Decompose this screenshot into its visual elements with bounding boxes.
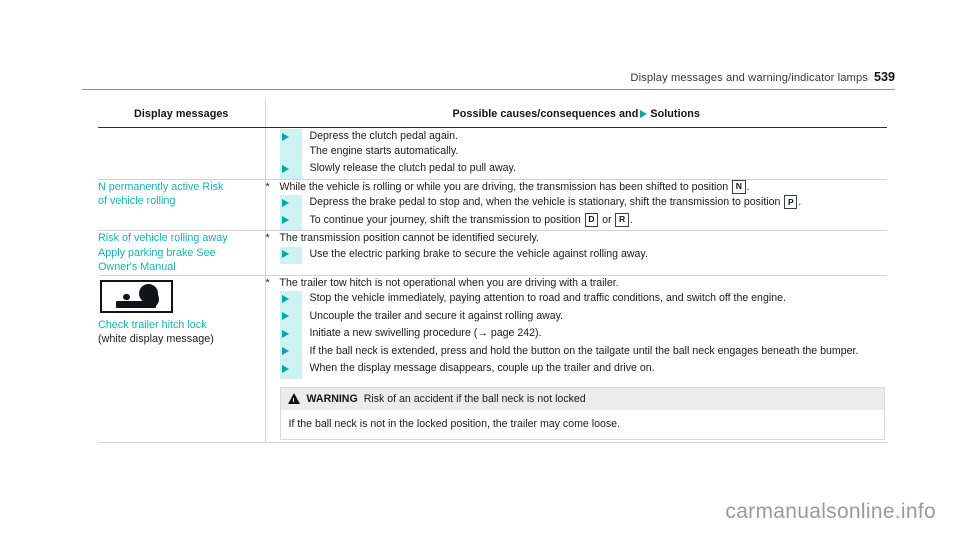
table-row: Risk of vehicle rolling away Apply parki… bbox=[98, 230, 888, 276]
list-item: Stop the vehicle immediately, paying att… bbox=[279, 291, 888, 309]
causes-solutions-cell: * While the vehicle is rolling or while … bbox=[265, 179, 887, 231]
solution-triangle-icon bbox=[279, 129, 302, 161]
causes-solutions-cell: * The transmission position cannot be id… bbox=[265, 230, 888, 276]
warning-admonition: WARNING Risk of an accident if the ball … bbox=[279, 386, 885, 441]
display-message-line: Apply parking brake See bbox=[98, 246, 216, 259]
solution-text: Depress the clutch pedal again. The engi… bbox=[302, 129, 888, 161]
causes-solutions-cell: Depress the clutch pedal again. The engi… bbox=[265, 127, 888, 180]
warning-header: WARNING Risk of an accident if the ball … bbox=[280, 387, 884, 410]
solution-list: Depress the brake pedal to stop and, whe… bbox=[266, 195, 888, 230]
cause-item: * While the vehicle is rolling or while … bbox=[265, 179, 888, 195]
gear-badge-d: D bbox=[584, 212, 599, 227]
list-item: Initiate a new swivelling procedure (→ p… bbox=[279, 326, 888, 344]
solid-triangle-icon bbox=[640, 110, 648, 118]
page-number: 539 bbox=[873, 70, 895, 84]
table-row: Depress the clutch pedal again. The engi… bbox=[98, 127, 888, 180]
list-item: Depress the clutch pedal again. The engi… bbox=[279, 129, 888, 161]
cause-text: While the vehicle is rolling or while yo… bbox=[279, 179, 750, 194]
list-item: When the display message disappears, cou… bbox=[279, 361, 888, 379]
solution-triangle-icon bbox=[279, 361, 302, 379]
list-item: To continue your journey, shift the tran… bbox=[279, 212, 888, 230]
solution-triangle-icon bbox=[279, 291, 302, 309]
solution-text: Depress the brake pedal to stop and, whe… bbox=[309, 195, 802, 210]
gear-badge-r: R bbox=[615, 212, 629, 227]
watermark: carmanualsonline.info bbox=[725, 500, 936, 523]
solution-text: If the ball neck is extended, press and … bbox=[309, 344, 859, 357]
solution-text: Stop the vehicle immediately, paying att… bbox=[309, 292, 786, 305]
display-message-line: Check trailer hitch lock bbox=[98, 318, 207, 331]
column-header-display-messages: Display messages bbox=[98, 100, 266, 128]
solution-triangle-icon bbox=[279, 343, 302, 362]
table-row: Check trailer hitch lock (white display … bbox=[98, 275, 888, 444]
display-message-line: N permanently active Risk bbox=[98, 180, 224, 193]
table-header-row: Display messages Possible causes/consequ… bbox=[98, 100, 887, 128]
cause-text: The trailer tow hitch is not operational… bbox=[279, 276, 619, 289]
table-row: N permanently active Risk of vehicle rol… bbox=[98, 179, 887, 231]
running-head-title: Display messages and warning/indicator l… bbox=[630, 72, 868, 84]
display-message-line: Owner's Manual bbox=[98, 261, 176, 274]
causes-solutions-cell: * The trailer tow hitch is not operation… bbox=[265, 275, 888, 444]
solution-triangle-icon bbox=[279, 326, 302, 344]
solution-triangle-icon bbox=[279, 212, 302, 230]
list-item: If the ball neck is extended, press and … bbox=[279, 343, 888, 362]
solution-line-2: The engine starts automatically. bbox=[309, 144, 459, 157]
asterisk-marker: * bbox=[265, 232, 270, 244]
display-message-line: Risk of vehicle rolling away bbox=[98, 232, 228, 244]
display-message-cell: N permanently active Risk of vehicle rol… bbox=[98, 179, 266, 231]
solution-triangle-icon bbox=[279, 161, 302, 179]
warning-title: Risk of an accident if the ball neck is … bbox=[363, 392, 586, 405]
display-message-cell: Check trailer hitch lock (white display … bbox=[98, 275, 266, 444]
list-item: Uncouple the trailer and secure it again… bbox=[279, 308, 888, 327]
solution-list: Stop the vehicle immediately, paying att… bbox=[266, 291, 888, 379]
display-message-note: (white display message) bbox=[98, 333, 214, 346]
asterisk-marker: * bbox=[265, 180, 270, 193]
list-item: Slowly release the clutch pedal to pull … bbox=[279, 161, 888, 179]
solution-text: To continue your journey, shift the tran… bbox=[309, 212, 633, 227]
solution-triangle-icon bbox=[279, 195, 302, 213]
gear-badge-n: N bbox=[732, 179, 746, 194]
cause-item: * The trailer tow hitch is not operation… bbox=[266, 276, 888, 291]
solution-text: Initiate a new swivelling procedure (→ p… bbox=[309, 327, 542, 340]
display-messages-table: Display messages Possible causes/consequ… bbox=[98, 100, 888, 444]
display-message-cell: Risk of vehicle rolling away Apply parki… bbox=[98, 230, 266, 276]
warning-body: If the ball neck is not in the locked po… bbox=[288, 417, 621, 430]
running-head: Display messages and warning/indicator l… bbox=[82, 68, 895, 90]
solution-text: When the display message disappears, cou… bbox=[309, 362, 655, 375]
column-header-text-after-icon: Solutions bbox=[650, 108, 700, 120]
list-item: Depress the brake pedal to stop and, whe… bbox=[279, 195, 888, 213]
solution-text: Use the electric parking brake to secure… bbox=[309, 247, 648, 260]
hitch-hook-shape bbox=[146, 289, 159, 308]
gear-badge-p: P bbox=[784, 195, 798, 210]
solution-list: Use the electric parking brake to secure… bbox=[266, 246, 888, 264]
column-header-text-before-icon: Possible causes/consequences and bbox=[452, 108, 639, 120]
hitch-dot-shape bbox=[123, 293, 130, 301]
solution-line-1: Depress the clutch pedal again. bbox=[309, 130, 458, 142]
warning-label: WARNING bbox=[306, 392, 358, 405]
solution-text: Uncouple the trailer and secure it again… bbox=[309, 309, 564, 322]
solution-triangle-icon bbox=[279, 308, 302, 327]
display-message-cell bbox=[98, 127, 266, 180]
cause-item: * The transmission position cannot be id… bbox=[266, 231, 888, 246]
asterisk-marker: * bbox=[265, 276, 270, 289]
solution-triangle-icon bbox=[279, 246, 302, 264]
trailer-hitch-icon bbox=[100, 279, 173, 313]
list-item: Use the electric parking brake to secure… bbox=[279, 246, 888, 264]
solution-list: Depress the clutch pedal again. The engi… bbox=[266, 129, 888, 179]
cause-text: The transmission position cannot be iden… bbox=[279, 232, 540, 244]
warning-triangle-icon bbox=[287, 393, 301, 405]
column-header-causes-solutions: Possible causes/consequences and Solution… bbox=[265, 100, 887, 128]
solution-text: Slowly release the clutch pedal to pull … bbox=[309, 162, 517, 174]
display-message-line: of vehicle rolling bbox=[98, 195, 176, 208]
